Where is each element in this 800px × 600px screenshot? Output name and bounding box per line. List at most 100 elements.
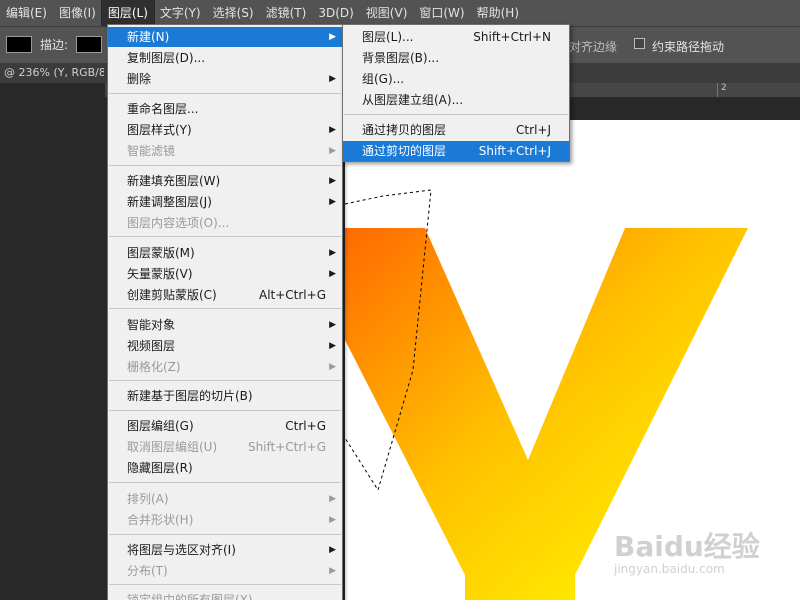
menu-separator	[109, 93, 341, 94]
constrain-path-checkbox[interactable]	[634, 38, 645, 49]
menu-item-shortcut: Shift+Ctrl+G	[247, 440, 326, 454]
menu-item-layer-mask[interactable]: 图层蒙版(M) ▶	[108, 243, 342, 263]
menu-item-label: 排列(A)	[127, 492, 169, 506]
baidu-watermark-url: jingyan.baidu.com	[614, 562, 725, 576]
submenu-arrow-icon: ▶	[329, 320, 336, 330]
menu-item-label: 合并形状(H)	[127, 513, 194, 527]
menu-item-rasterize[interactable]: 栅格化(Z) ▶	[108, 357, 342, 377]
menu-separator	[109, 308, 341, 309]
submenu-item-group[interactable]: 组(G)...	[343, 69, 569, 89]
menu-separator	[344, 114, 568, 115]
menu-item-label: 新建调整图层(J)	[127, 195, 212, 209]
menu-item-combine-shapes[interactable]: 合并形状(H) ▶	[108, 510, 342, 530]
submenu-arrow-icon: ▶	[329, 146, 336, 156]
photoshop-window: 编辑(E) 图像(I) 图层(L) 文字(Y) 选择(S) 滤镜(T) 3D(D…	[0, 0, 800, 600]
new-submenu: 图层(L)... Shift+Ctrl+N 背景图层(B)... 组(G)...…	[342, 24, 570, 162]
menu-edit[interactable]: 编辑(E)	[0, 0, 53, 26]
menu-layer[interactable]: 图层(L)	[100, 0, 155, 27]
constrain-path-label: 约束路径拖动	[652, 40, 725, 54]
menu-item-arrange[interactable]: 排列(A) ▶	[108, 489, 342, 509]
menu-item-slice[interactable]: 新建基于图层的切片(B)	[108, 386, 342, 406]
menu-item-rename[interactable]: 重命名图层...	[108, 99, 342, 119]
menu-item-label: 图层蒙版(M)	[127, 246, 195, 260]
submenu-arrow-icon: ▶	[329, 248, 336, 258]
submenu-item-via-copy[interactable]: 通过拷贝的图层 Ctrl+J	[343, 120, 569, 140]
submenu-arrow-icon: ▶	[329, 545, 336, 555]
menu-item-lock-all[interactable]: 锁定组中的所有图层(X)...	[108, 590, 342, 600]
menu-item-new[interactable]: 新建(N) ▶	[108, 27, 342, 47]
menu-item-label: 创建剪贴蒙版(C)	[127, 288, 217, 302]
menu-separator	[109, 534, 341, 535]
menu-separator	[109, 482, 341, 483]
menu-item-label: 取消图层编组(U)	[127, 440, 218, 454]
submenu-arrow-icon: ▶	[329, 341, 336, 351]
menu-item-vector-mask[interactable]: 矢量蒙版(V) ▶	[108, 264, 342, 284]
menu-separator	[109, 410, 341, 411]
menu-item-label: 通过拷贝的图层	[362, 123, 447, 137]
submenu-item-via-cut[interactable]: 通过剪切的图层 Shift+Ctrl+J	[343, 141, 569, 161]
menu-separator	[109, 584, 341, 585]
menu-bar: 编辑(E) 图像(I) 图层(L) 文字(Y) 选择(S) 滤镜(T) 3D(D…	[0, 0, 800, 27]
menu-item-align-to-selection[interactable]: 将图层与选区对齐(I) ▶	[108, 540, 342, 560]
menu-item-label: 图层(L)...	[362, 30, 414, 44]
submenu-arrow-icon: ▶	[329, 176, 336, 186]
submenu-arrow-icon: ▶	[329, 269, 336, 279]
menu-filter[interactable]: 滤镜(T)	[260, 0, 313, 26]
menu-item-shortcut: Shift+Ctrl+J	[478, 144, 551, 158]
menu-type[interactable]: 文字(Y)	[154, 0, 207, 26]
menu-item-label: 智能滤镜	[127, 144, 176, 158]
menu-item-delete[interactable]: 删除 ▶	[108, 69, 342, 89]
menu-item-label: 通过剪切的图层	[362, 144, 447, 158]
menu-view[interactable]: 视图(V)	[360, 0, 414, 26]
submenu-item-background[interactable]: 背景图层(B)...	[343, 48, 569, 68]
menu-item-hide[interactable]: 隐藏图层(R)	[108, 458, 342, 478]
menu-item-content-options[interactable]: 图层内容选项(O)...	[108, 213, 342, 233]
menu-item-duplicate[interactable]: 复制图层(D)...	[108, 48, 342, 68]
submenu-arrow-icon: ▶	[329, 566, 336, 576]
ruler-tick	[717, 83, 718, 97]
submenu-item-group-from-layers[interactable]: 从图层建立组(A)...	[343, 90, 569, 110]
menu-separator	[109, 236, 341, 237]
menu-item-ungroup[interactable]: 取消图层编组(U) Shift+Ctrl+G	[108, 437, 342, 457]
menu-item-smart-object[interactable]: 智能对象 ▶	[108, 315, 342, 335]
menu-item-label: 将图层与选区对齐(I)	[127, 543, 236, 557]
menu-image[interactable]: 图像(I)	[53, 0, 102, 26]
stroke-color-swatch[interactable]	[76, 36, 102, 53]
stroke-label: 描边:	[40, 38, 69, 52]
menu-item-new-adjust[interactable]: 新建调整图层(J) ▶	[108, 192, 342, 212]
menu-window[interactable]: 窗口(W)	[413, 0, 470, 26]
submenu-arrow-icon: ▶	[329, 197, 336, 207]
menu-3d[interactable]: 3D(D)	[312, 0, 359, 26]
menu-item-group[interactable]: 图层编组(G) Ctrl+G	[108, 416, 342, 436]
ruler-number: 2	[721, 83, 727, 93]
fill-color-swatch[interactable]	[6, 36, 32, 53]
menu-item-shortcut: Ctrl+J	[516, 123, 551, 137]
menu-item-smart-filter[interactable]: 智能滤镜 ▶	[108, 141, 342, 161]
menu-item-style[interactable]: 图层样式(Y) ▶	[108, 120, 342, 140]
document-tab-title[interactable]: @ 236% (Y, RGB/8	[4, 66, 104, 79]
menu-item-shortcut: Ctrl+G	[285, 419, 326, 433]
align-edges-label[interactable]: 对齐边缘	[569, 38, 617, 55]
menu-select[interactable]: 选择(S)	[207, 0, 260, 26]
submenu-arrow-icon: ▶	[329, 125, 336, 135]
submenu-arrow-icon: ▶	[329, 515, 336, 525]
menu-item-label: 图层样式(Y)	[127, 123, 192, 137]
menu-help[interactable]: 帮助(H)	[471, 0, 525, 26]
submenu-arrow-icon: ▶	[329, 494, 336, 504]
baidu-watermark: Baidu经验	[614, 530, 760, 563]
menu-separator	[109, 380, 341, 381]
menu-item-clip-mask[interactable]: 创建剪贴蒙版(C) Alt+Ctrl+G	[108, 285, 342, 305]
menu-item-label: 删除	[127, 72, 152, 86]
menu-item-label: 智能对象	[127, 318, 176, 332]
submenu-item-layer[interactable]: 图层(L)... Shift+Ctrl+N	[343, 27, 569, 47]
menu-item-distribute[interactable]: 分布(T) ▶	[108, 561, 342, 581]
menu-item-label: 新建填充图层(W)	[127, 174, 221, 188]
menu-item-label: 视频图层	[127, 339, 176, 353]
menu-item-video-layers[interactable]: 视频图层 ▶	[108, 336, 342, 356]
submenu-arrow-icon: ▶	[329, 362, 336, 372]
menu-item-label: 分布(T)	[127, 564, 168, 578]
submenu-arrow-icon: ▶	[329, 74, 336, 84]
menu-item-label: 新建(N)	[127, 30, 170, 44]
menu-item-new-fill[interactable]: 新建填充图层(W) ▶	[108, 171, 342, 191]
menu-item-label: 栅格化(Z)	[127, 360, 181, 374]
